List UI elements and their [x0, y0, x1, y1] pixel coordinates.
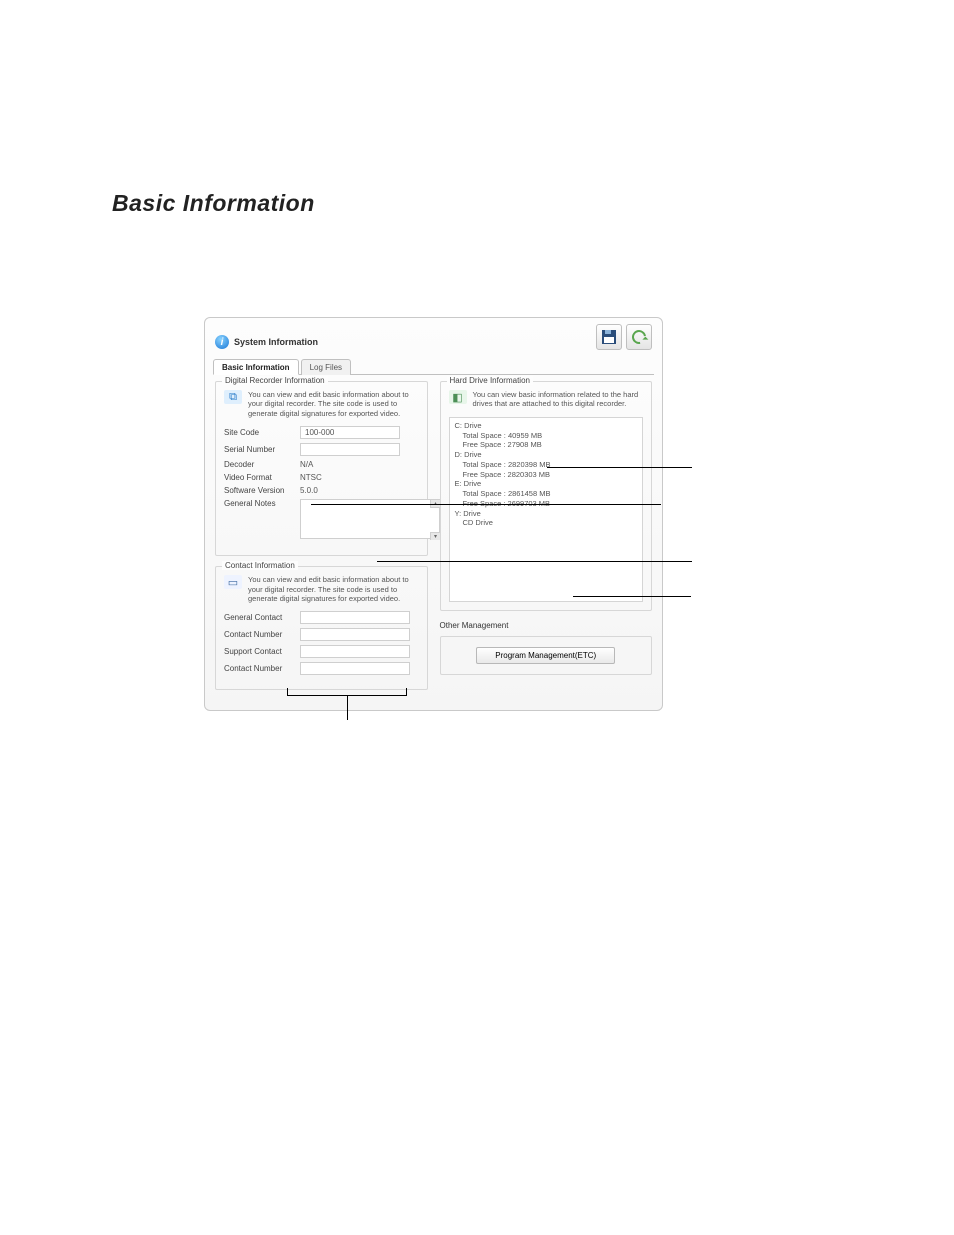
camera-icon: ⧉ [224, 390, 242, 404]
tab-basic-information[interactable]: Basic Information [213, 359, 299, 375]
callout-line [347, 696, 348, 720]
drive-free: Free Space : 2820303 MB [455, 470, 638, 480]
drive-row: D: Drive [455, 450, 638, 460]
dialog-header: i System Information [215, 326, 652, 358]
drive-total: Total Space : 2820398 MB [455, 460, 638, 470]
label-support-contact: Support Contact [224, 647, 300, 656]
drive-free: Free Space : 27908 MB [455, 440, 638, 450]
page-title: Basic Information [112, 190, 954, 217]
decoder-value: N/A [300, 460, 313, 469]
group-legend: Contact Information [222, 561, 298, 570]
site-code-input[interactable] [300, 426, 400, 439]
support-contact-input[interactable] [300, 645, 410, 658]
callout-line [377, 561, 692, 562]
label-contact-number-1: Contact Number [224, 630, 300, 639]
group-digital-recorder-information: Digital Recorder Information ⧉ You can v… [215, 381, 428, 556]
system-information-dialog: i System Information Basic Information L… [204, 317, 663, 711]
software-version-value: 5.0.0 [300, 486, 318, 495]
label-general-contact: General Contact [224, 613, 300, 622]
save-button[interactable] [596, 324, 622, 350]
serial-number-input[interactable] [300, 443, 400, 456]
drive-row: C: Drive [455, 421, 638, 431]
drive-type: CD Drive [455, 518, 638, 528]
other-management-label: Other Management [440, 621, 653, 630]
drive-row: E: Drive [455, 479, 638, 489]
label-video-format: Video Format [224, 473, 300, 482]
recycle-icon [629, 327, 648, 346]
group-hard-drive-information: Hard Drive Information ◧ You can view ba… [440, 381, 653, 611]
callout-line [287, 688, 407, 696]
hd-description: You can view basic information related t… [473, 390, 644, 409]
floppy-disk-icon [602, 330, 616, 344]
dialog-title: System Information [234, 337, 318, 347]
group-contact-information: Contact Information ▭ You can view and e… [215, 566, 428, 690]
drive-listbox[interactable]: C: Drive Total Space : 40959 MB Free Spa… [449, 417, 644, 602]
group-legend: Digital Recorder Information [222, 376, 328, 385]
callout-line [573, 596, 691, 597]
info-icon: i [215, 335, 229, 349]
tab-log-files[interactable]: Log Files [301, 359, 351, 375]
label-contact-number-2: Contact Number [224, 664, 300, 673]
drive-total: Total Space : 40959 MB [455, 431, 638, 441]
program-management-button[interactable]: Program Management(ETC) [476, 647, 615, 664]
scroll-down-icon[interactable]: ▾ [430, 532, 440, 540]
recycle-button[interactable] [626, 324, 652, 350]
label-decoder: Decoder [224, 460, 300, 469]
general-contact-input[interactable] [300, 611, 410, 624]
callout-line [311, 504, 661, 505]
contact-card-icon: ▭ [224, 575, 242, 589]
label-software-version: Software Version [224, 486, 300, 495]
label-serial-number: Serial Number [224, 445, 300, 454]
hard-drive-icon: ◧ [449, 390, 467, 404]
contact-number-1-input[interactable] [300, 628, 410, 641]
drive-row: Y: Drive [455, 509, 638, 519]
tab-bar: Basic Information Log Files [213, 358, 654, 375]
label-site-code: Site Code [224, 428, 300, 437]
group-legend: Hard Drive Information [447, 376, 533, 385]
contact-number-2-input[interactable] [300, 662, 410, 675]
recorder-description: You can view and edit basic information … [248, 390, 419, 418]
general-notes-textarea[interactable] [300, 499, 440, 539]
group-other-management: Other Management Program Management(ETC) [440, 621, 653, 675]
label-general-notes: General Notes [224, 499, 300, 508]
contact-description: You can view and edit basic information … [248, 575, 419, 603]
video-format-value: NTSC [300, 473, 322, 482]
callout-line [547, 467, 692, 468]
drive-total: Total Space : 2861458 MB [455, 489, 638, 499]
